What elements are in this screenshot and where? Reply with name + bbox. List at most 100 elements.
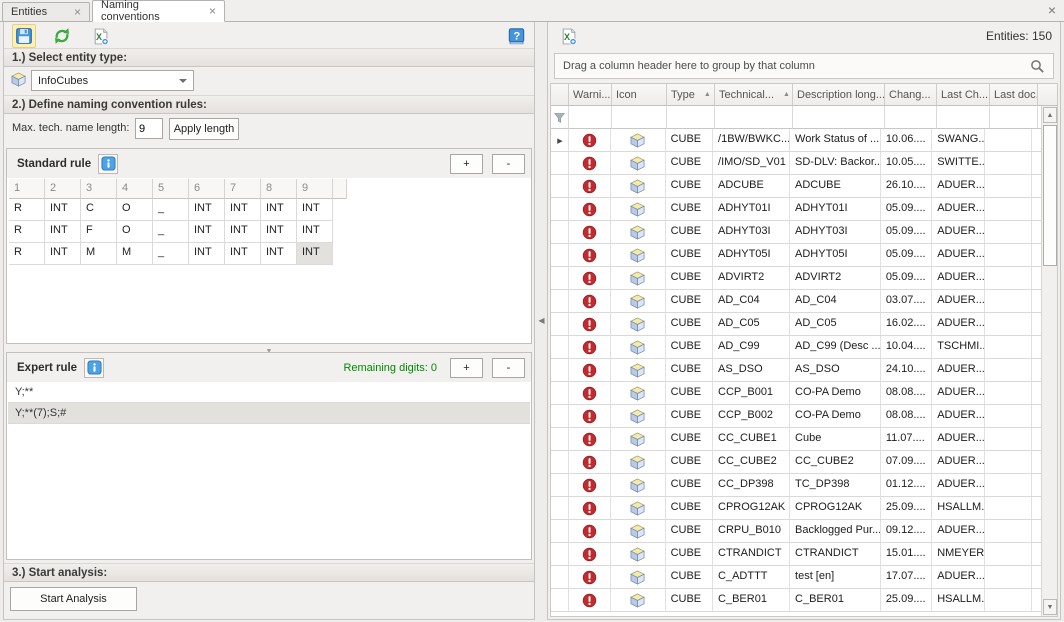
grid-cell-warning[interactable] [569,175,611,198]
grid-cell-type[interactable]: CUBE [666,267,713,290]
grid-cell-icon[interactable] [611,129,665,152]
grid-row[interactable]: CUBEADVIRT2ADVIRT205.09....ADUER... [551,267,1041,290]
close-icon[interactable]: × [1048,3,1056,17]
scroll-up-button[interactable]: ▲ [1043,107,1057,123]
filter-cell-last_changed[interactable] [937,106,990,129]
grid-cell-last_doc[interactable] [985,566,1032,589]
grid-cell-description[interactable]: SD-DLV: Backor... [790,152,881,175]
grid-cell-warning[interactable] [569,152,611,175]
grid-cell-warning[interactable] [569,221,611,244]
grid-row[interactable]: CUBECCP_B002CO-PA Demo08.08....ADUER... [551,405,1041,428]
grid-cell-changed[interactable]: 05.09.... [881,267,932,290]
grid-cell-warning[interactable] [569,428,611,451]
standard-rule-col-header[interactable]: 7 [225,179,261,199]
grid-cell-type[interactable]: CUBE [666,497,713,520]
grid-cell-last_doc[interactable] [985,244,1032,267]
grid-cell-technical[interactable]: ADHYT05I [713,244,790,267]
grid-col-header-type[interactable]: Type▲ [667,84,715,106]
scroll-thumb[interactable] [1043,125,1057,266]
grid-cell-last_changed[interactable]: ADUER... [932,566,984,589]
standard-rule-cell[interactable]: R [9,199,45,221]
grid-cell-description[interactable]: CC_CUBE2 [790,451,881,474]
grid-cell-icon[interactable] [611,428,665,451]
help-button[interactable]: ? [504,24,528,48]
grid-cell-type[interactable]: CUBE [666,313,713,336]
grid-cell-changed[interactable]: 11.07.... [881,428,932,451]
grid-cell-technical[interactable]: CRPU_B010 [713,520,790,543]
grid-cell-last_changed[interactable]: ADUER... [932,451,984,474]
grid-cell-last_doc[interactable] [985,359,1032,382]
grid-cell-last_doc[interactable] [985,589,1032,612]
grid-cell-last_doc[interactable] [985,405,1032,428]
grid-row[interactable]: CUBEAS_DSOAS_DSO24.10....ADUER... [551,359,1041,382]
filter-cell-type[interactable] [667,106,715,129]
grid-cell-icon[interactable] [611,474,665,497]
export-excel-button[interactable]: X [556,24,580,48]
tab-naming-conventions[interactable]: Naming conventions × [92,0,225,22]
grid-cell-description[interactable]: AD_C04 [790,290,881,313]
grid-cell-description[interactable]: C_BER01 [790,589,881,612]
filter-cell-icon[interactable] [612,106,667,129]
grid-cell-last_changed[interactable]: ADUER... [932,359,984,382]
grid-cell-warning[interactable] [569,267,611,290]
grid-cell-last_changed[interactable]: SWITTE... [932,152,984,175]
grid-cell-changed[interactable]: 01.12.... [881,474,932,497]
grid-cell-type[interactable]: CUBE [666,428,713,451]
grid-cell-technical[interactable]: CTRANDICT [713,543,790,566]
group-by-drop-zone[interactable]: Drag a column header here to group by th… [554,53,1054,79]
grid-cell-warning[interactable] [569,336,611,359]
grid-cell-technical[interactable]: CC_CUBE2 [713,451,790,474]
grid-col-header-icon[interactable]: Icon [612,84,667,106]
standard-rule-row[interactable]: RINTMM_INTINTINTINT [9,243,529,265]
grid-cell-icon[interactable] [611,175,665,198]
grid-cell-changed[interactable]: 25.09.... [881,497,932,520]
grid-cell-type[interactable]: CUBE [666,405,713,428]
grid-cell-technical[interactable]: ADHYT03I [713,221,790,244]
entity-type-dropdown[interactable]: InfoCubes [31,70,194,91]
standard-rule-cell[interactable]: _ [153,199,189,221]
grid-row[interactable]: CUBE/IMO/SD_V01SD-DLV: Backor...10.05...… [551,152,1041,175]
grid-cell-technical[interactable]: AD_C99 [713,336,790,359]
grid-cell-changed[interactable]: 15.01.... [881,543,932,566]
grid-cell-last_changed[interactable]: ADUER... [932,290,984,313]
grid-cell-changed[interactable]: 03.07.... [881,290,932,313]
grid-row[interactable]: CUBEC_BER01C_BER0125.09....HSALLM... [551,589,1041,612]
grid-cell-last_changed[interactable]: ADUER... [932,520,984,543]
grid-cell-changed[interactable]: 24.10.... [881,359,932,382]
grid-cell-description[interactable]: Work Status of ... [790,129,881,152]
grid-cell-description[interactable]: ADHYT03I [790,221,881,244]
grid-col-header-description[interactable]: Description long... [793,84,885,106]
grid-cell-warning[interactable] [569,129,611,152]
standard-rule-cell[interactable]: O [117,221,153,243]
grid-cell-changed[interactable]: 10.04.... [881,336,932,359]
grid-cell-last_changed[interactable]: SWANG... [932,129,984,152]
grid-cell-icon[interactable] [611,359,665,382]
filter-cell-description[interactable] [793,106,885,129]
grid-cell-changed[interactable]: 17.07.... [881,566,932,589]
grid-cell-description[interactable]: AD_C05 [790,313,881,336]
standard-rule-cell[interactable]: F [81,221,117,243]
standard-rule-col-header[interactable]: 9 [297,179,333,199]
grid-row[interactable]: CUBECPROG12AKCPROG12AK25.09....HSALLM... [551,497,1041,520]
standard-rule-cell[interactable]: INT [189,199,225,221]
grid-cell-last_changed[interactable]: NMEYER [932,543,984,566]
grid-cell-last_doc[interactable] [985,336,1032,359]
grid-cell-type[interactable]: CUBE [666,129,713,152]
standard-rule-cell[interactable]: INT [189,243,225,265]
grid-cell-last_doc[interactable] [985,175,1032,198]
standard-rule-cell[interactable]: INT [225,221,261,243]
grid-cell-type[interactable]: CUBE [666,152,713,175]
grid-row[interactable]: CUBECC_CUBE2CC_CUBE207.09....ADUER... [551,451,1041,474]
grid-cell-last_changed[interactable]: ADUER... [932,313,984,336]
grid-cell-description[interactable]: Cube [790,428,881,451]
filter-cell-changed[interactable] [885,106,937,129]
standard-rule-cell[interactable]: INT [225,199,261,221]
grid-cell-changed[interactable]: 25.09.... [881,589,932,612]
standard-rule-cell[interactable]: INT [225,243,261,265]
grid-cell-type[interactable]: CUBE [666,198,713,221]
grid-cell-icon[interactable] [611,336,665,359]
grid-cell-icon[interactable] [611,405,665,428]
grid-cell-description[interactable]: AS_DSO [790,359,881,382]
standard-rule-cell[interactable]: INT [297,199,333,221]
filter-cell-technical[interactable] [715,106,793,129]
